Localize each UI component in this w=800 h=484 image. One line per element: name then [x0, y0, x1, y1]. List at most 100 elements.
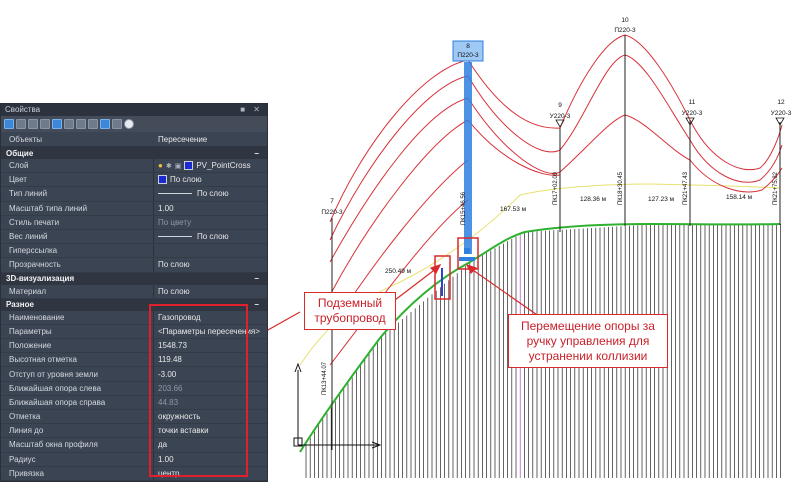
angle-markers: [555, 117, 785, 128]
prop-linetype[interactable]: Тип линий По слою: [1, 187, 267, 202]
span-label-8-9: 167.53 м: [500, 206, 527, 213]
edit-icon[interactable]: [76, 119, 86, 129]
objects-value[interactable]: Пересечение: [154, 135, 267, 144]
ucs-icon: [293, 362, 382, 449]
prop-color-value[interactable]: По слою: [154, 175, 267, 185]
support-11-type: У220-3: [682, 110, 703, 117]
collapse-icon[interactable]: –: [255, 149, 259, 158]
prop-material-label: Материал: [1, 284, 154, 298]
lineweight-preview: [158, 236, 192, 238]
parameters-icon[interactable]: [100, 119, 110, 129]
section-general[interactable]: Общие –: [1, 147, 267, 159]
prop-material-value[interactable]: По слою: [154, 287, 267, 296]
prop-transparency-label: Прозрачность: [1, 258, 154, 272]
prop-row-label: Ближайшая опора слева: [1, 381, 154, 395]
span-label-11-12: 158.14 м: [726, 194, 753, 201]
move-icon[interactable]: [88, 119, 98, 129]
profile-window-icon[interactable]: [40, 119, 50, 129]
prop-plotstyle-value: По цвету: [158, 217, 192, 227]
prop-ltscale-value[interactable]: 1.00: [154, 204, 267, 213]
palette-title: Свойства: [5, 105, 41, 114]
collapse-icon[interactable]: –: [255, 274, 259, 283]
swap-icon[interactable]: [52, 119, 62, 129]
objects-label: Объекты: [9, 134, 42, 144]
linetype-preview: [158, 193, 192, 195]
help-icon[interactable]: [124, 119, 134, 129]
support-9-type: У220-3: [550, 113, 571, 120]
span-label-7-8: 250.49 м: [385, 268, 412, 275]
color-name: По слою: [170, 175, 202, 185]
prop-row-label: Привязка: [1, 466, 154, 480]
support-12-num: 12: [777, 99, 785, 106]
pk-label-9: ПК17+02.09: [553, 171, 559, 205]
prop-lineweight-value[interactable]: По слою: [154, 232, 267, 241]
palette-toolbar: [1, 116, 267, 132]
prop-row-label: Ближайшая опора справа: [1, 395, 154, 409]
toggle-pickadd-icon[interactable]: [4, 119, 14, 129]
prop-row-label: Радиус: [1, 452, 154, 466]
prop-layer-value[interactable]: ● ✱ ▣ PV_PointCross: [154, 161, 267, 171]
prop-color[interactable]: Цвет По слою: [1, 173, 267, 188]
prop-row-label: Высотная отметка: [1, 353, 154, 367]
callout-move-support: Перемещение опоры за ручку управления дл…: [508, 314, 668, 368]
pk-label-8: ПК15+46.56: [461, 191, 467, 225]
pk-label-12: ПК21+75.82: [773, 171, 779, 205]
support-12-type: У220-3: [771, 110, 792, 117]
quick-select-icon[interactable]: [28, 119, 38, 129]
select-objects-icon[interactable]: [16, 119, 26, 129]
prop-row-label: Отметка: [1, 410, 154, 424]
layer-color-swatch: [184, 161, 194, 171]
section-general-label: Общие: [6, 148, 34, 158]
support-7-num: 7: [330, 198, 334, 205]
handle-grip[interactable]: [459, 248, 475, 261]
pk-label-7: ПК13+44.07: [322, 361, 328, 395]
color-swatch: [158, 175, 167, 185]
prop-linetype-value[interactable]: По слою: [154, 189, 267, 198]
collapse-icon[interactable]: –: [255, 300, 259, 309]
prop-row-label: Отступ от уровня земли: [1, 367, 154, 381]
support-9-num: 9: [558, 102, 562, 109]
prop-plotstyle[interactable]: Стиль печати По цвету: [1, 215, 267, 230]
callout-underground-pipeline: Подземный трубопровод: [304, 292, 396, 330]
prop-row-label: Наименование: [1, 310, 154, 324]
prop-lineweight-label: Вес линий: [1, 229, 154, 244]
support-11-num: 11: [689, 99, 696, 106]
close-selection-icon[interactable]: [112, 119, 122, 129]
objects-row[interactable]: Объекты Пересечение: [1, 132, 267, 147]
palette-window-controls[interactable]: ■ ✕: [240, 104, 263, 116]
prop-hyperlink[interactable]: Гиперссылка: [1, 244, 267, 259]
support-poles[interactable]: [331, 35, 781, 450]
prop-row-label: Положение: [1, 339, 154, 353]
support-8-num: 8: [466, 43, 470, 50]
prop-material[interactable]: Материал По слою: [1, 284, 267, 299]
support-7-type: П220-3: [321, 209, 343, 216]
linetype-name: По слою: [197, 189, 229, 199]
prop-plotstyle-label: Стиль печати: [1, 215, 154, 229]
prop-ltscale-label: Масштаб типа линий: [1, 201, 154, 215]
callout-move-support-text: Перемещение опоры за ручку управления дл…: [521, 318, 655, 363]
layer-on-icon: ●: [158, 161, 163, 171]
values-highlight-box: [149, 304, 248, 477]
prop-ltscale[interactable]: Масштаб типа линий 1.00: [1, 201, 267, 216]
selected-support-8[interactable]: [452, 40, 484, 254]
prop-row-label: Масштаб окна профиля: [1, 438, 154, 452]
prop-transparency[interactable]: Прозрачность По слою: [1, 258, 267, 273]
span-label-9-10: 128.36 м: [580, 196, 607, 203]
layer-freeze-icon: ✱: [165, 162, 172, 170]
filter-icon[interactable]: [64, 119, 74, 129]
section-misc-label: Разное: [6, 300, 34, 310]
prop-layer[interactable]: Слой ● ✱ ▣ PV_PointCross: [1, 159, 267, 174]
palette-title-bar[interactable]: Свойства ■ ✕: [1, 104, 267, 116]
prop-lineweight[interactable]: Вес линий По слою: [1, 229, 267, 245]
pk-label-11: ПК21+47.43: [683, 171, 689, 205]
pk-label-10: ПК18+30.45: [618, 171, 624, 205]
section-3d-viz[interactable]: 3D-визуализация –: [1, 272, 267, 285]
support-10-type: П220-3: [614, 27, 636, 34]
layer-lock-icon: ▣: [174, 162, 182, 170]
prop-layer-label: Слой: [1, 159, 154, 173]
callout-underground-text: Подземный трубопровод: [314, 296, 386, 325]
prop-transparency-value[interactable]: По слою: [154, 260, 267, 269]
span-label-10-11: 127.23 м: [648, 196, 675, 203]
prop-row-label: Линия до: [1, 424, 154, 438]
section-3d-viz-label: 3D-визуализация: [6, 274, 75, 283]
